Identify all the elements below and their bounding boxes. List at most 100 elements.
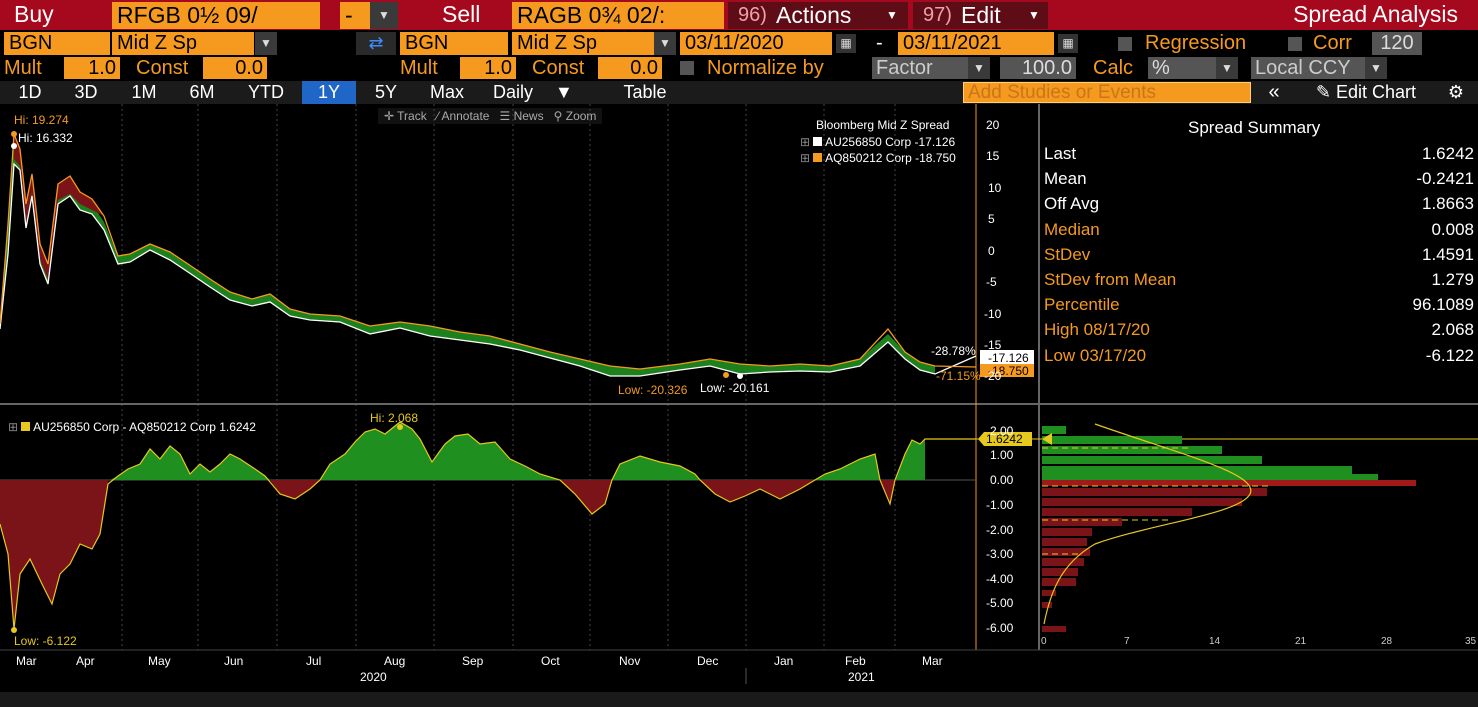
normalize-select[interactable]: Factor: [872, 57, 968, 79]
chevron-down-icon[interactable]: ▼: [968, 57, 990, 79]
svg-text:2.00: 2.00: [990, 424, 1014, 438]
page-title: Spread Analysis: [1293, 1, 1458, 27]
summary-row: High 08/17/20 2.068: [1044, 317, 1474, 342]
collapse-icon[interactable]: «: [1256, 81, 1292, 104]
const-label: Const: [532, 57, 585, 79]
series-row: BGN Mid Z Sp ▼ ⇄ BGN Mid Z Sp ▼ 03/11/20…: [0, 30, 1478, 56]
summary-row: Median 0.008: [1044, 217, 1474, 242]
svg-text:35: 35: [1465, 636, 1477, 647]
corr-checkbox[interactable]: [1288, 37, 1302, 51]
svg-text:Feb: Feb: [845, 654, 866, 668]
studies-input[interactable]: Add Studies or Events: [963, 82, 1251, 103]
summary-value: -6.122: [1425, 345, 1474, 365]
histogram-x-ticks: 0 7 14 21 28 35: [1041, 636, 1477, 647]
svg-text:Nov: Nov: [619, 654, 640, 668]
chevron-down-icon[interactable]: ▼: [370, 2, 398, 29]
calc-select[interactable]: %: [1148, 57, 1216, 79]
svg-text:15: 15: [986, 149, 1000, 163]
tab-ytd[interactable]: YTD: [234, 81, 298, 104]
mult2-field[interactable]: 1.0: [460, 57, 516, 79]
calendar-icon[interactable]: ▦: [836, 34, 856, 53]
svg-text:-2.00: -2.00: [986, 523, 1014, 537]
tab-5y[interactable]: 5Y: [360, 81, 412, 104]
summary-value: 1.8663: [1422, 194, 1474, 214]
tab-3d[interactable]: 3D: [60, 81, 112, 104]
mult1-field[interactable]: 1.0: [64, 57, 120, 79]
svg-text:2020: 2020: [360, 670, 387, 684]
summary-row: StDev 1.4591: [1044, 242, 1474, 267]
tab-max[interactable]: Max: [416, 81, 478, 104]
calendar-icon[interactable]: ▦: [1058, 34, 1078, 53]
svg-text:Aug: Aug: [384, 654, 405, 668]
regression-label: Regression: [1145, 32, 1247, 54]
currency-select[interactable]: Local CCY: [1251, 57, 1365, 79]
tab-1m[interactable]: 1M: [118, 81, 170, 104]
gear-icon[interactable]: ⚙: [1440, 81, 1472, 104]
svg-text:Apr: Apr: [76, 654, 95, 668]
normalize-label: Normalize by: [707, 57, 824, 79]
svg-text:Mar: Mar: [16, 654, 37, 668]
calc-label: Calc: [1093, 57, 1134, 79]
lower-y-ticks: 2.00 1.00 0.00 -1.00 -2.00 -3.00 -4.00 -…: [986, 424, 1014, 635]
source1-field[interactable]: BGN: [4, 32, 110, 55]
svg-text:10: 10: [988, 181, 1002, 195]
swap-icon[interactable]: ⇄: [356, 32, 396, 55]
chevron-down-icon[interactable]: ▼: [255, 32, 277, 55]
svg-text:5: 5: [988, 212, 995, 226]
chevron-down-icon[interactable]: ▼: [1365, 57, 1387, 79]
upper-y-ticks: 20 15 10 5 0 -5 -10 -15 -20: [984, 118, 1002, 383]
header-bar: Buy RFGB 0½ 09/ - ▼ Sell RAGB 0¾ 02/: 96…: [0, 0, 1478, 30]
const-label: Const: [136, 57, 189, 79]
chevron-down-icon[interactable]: ▼: [1216, 57, 1238, 79]
low-marker: [723, 372, 729, 378]
tab-6m[interactable]: 6M: [176, 81, 228, 104]
svg-text:-4.00: -4.00: [986, 572, 1014, 586]
summary-row: StDev from Mean 1.279: [1044, 267, 1474, 292]
series-au256850-line: [0, 162, 977, 377]
tab-1y[interactable]: 1Y: [302, 81, 356, 104]
summary-value: 1.6242: [1422, 144, 1474, 163]
sell-ticker-field[interactable]: RAGB 0¾ 02/:: [512, 2, 724, 29]
regression-checkbox[interactable]: [1118, 37, 1132, 51]
buy-ticker-field[interactable]: RFGB 0½ 09/: [112, 2, 320, 29]
edit-menu[interactable]: 97) Edit ▼: [913, 2, 1048, 29]
svg-text:May: May: [148, 654, 171, 668]
normalize-checkbox[interactable]: [680, 61, 694, 75]
mult-label: Mult: [4, 57, 42, 79]
table-button[interactable]: Table: [592, 81, 698, 104]
bottom-scrollbar[interactable]: [0, 692, 1478, 707]
summary-row: Low 03/17/20 -6.122: [1044, 343, 1474, 368]
svg-text:0: 0: [1041, 636, 1047, 647]
frequency-select[interactable]: Daily ▼: [485, 81, 585, 104]
actions-number: 96): [738, 4, 767, 26]
tab-1d[interactable]: 1D: [4, 81, 56, 104]
change-label: -71.15%: [936, 369, 981, 383]
svg-text:-3.00: -3.00: [986, 547, 1014, 561]
minus-field[interactable]: -: [340, 2, 370, 29]
chevron-down-icon: ▼: [886, 8, 898, 22]
field1-select[interactable]: Mid Z Sp: [112, 32, 254, 55]
svg-text:14: 14: [1209, 636, 1221, 647]
actions-label: Actions: [776, 2, 852, 28]
svg-text:Jan: Jan: [774, 654, 793, 668]
svg-text:Oct: Oct: [541, 654, 560, 668]
normalize-value-field[interactable]: 100.0: [1000, 57, 1076, 79]
field2-select[interactable]: Mid Z Sp: [512, 32, 654, 55]
source2-field[interactable]: BGN: [400, 32, 508, 55]
frequency-label: Daily: [493, 82, 534, 102]
summary-label: Median: [1044, 219, 1100, 239]
end-date-field[interactable]: 03/11/2021: [898, 32, 1054, 55]
summary-label: Off Avg: [1044, 194, 1100, 214]
const1-field[interactable]: 0.0: [203, 57, 267, 79]
edit-chart-button[interactable]: ✎ Edit Chart: [1296, 81, 1436, 104]
chevron-down-icon[interactable]: ▼: [654, 32, 676, 55]
svg-text:-5: -5: [986, 275, 997, 289]
change-label: -28.78%: [931, 344, 976, 358]
high-marker: [11, 143, 17, 149]
actions-menu[interactable]: 96) Actions ▼: [728, 2, 908, 29]
summary-label: StDev from Mean: [1044, 270, 1177, 289]
const2-field[interactable]: 0.0: [598, 57, 662, 79]
corr-window-field[interactable]: 120: [1372, 32, 1422, 55]
svg-text:-5.00: -5.00: [986, 596, 1014, 610]
start-date-field[interactable]: 03/11/2020: [680, 32, 832, 55]
